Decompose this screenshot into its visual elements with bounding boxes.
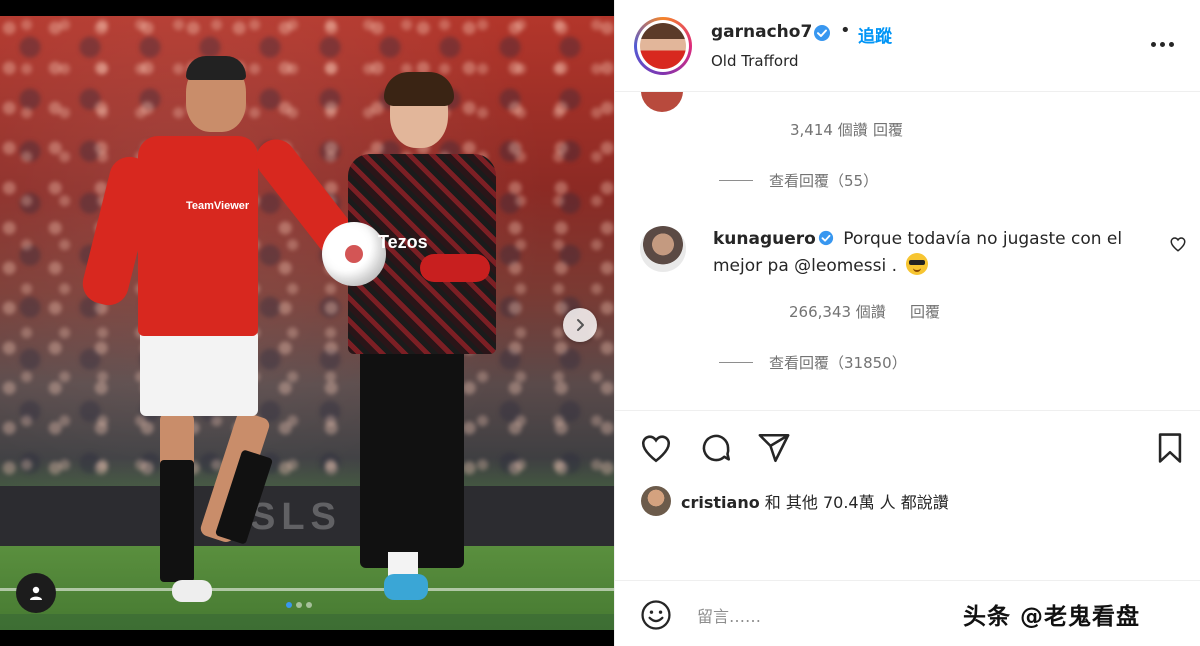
add-comment-bar: 头条 @老鬼看盘 — [615, 580, 1200, 646]
liked-by-user[interactable]: cristiano — [681, 493, 760, 512]
liked-by-rest: 和 其他 70.4萬 人 都說讚 — [759, 493, 949, 512]
comment-item: kunaguero Porque todavía no jugaste con … — [713, 226, 1153, 280]
carousel-dot — [286, 602, 292, 608]
football-logo — [345, 245, 363, 263]
author-avatar[interactable] — [634, 17, 692, 75]
chest-sponsor-text: TeamViewer — [186, 200, 250, 212]
header-separator: • — [840, 20, 851, 41]
chevron-right-icon — [577, 319, 584, 331]
comment-icon[interactable] — [699, 431, 733, 465]
liked-by-summary[interactable]: cristiano 和 其他 70.4萬 人 都說讚 — [641, 486, 949, 516]
user-tag-icon — [30, 586, 42, 600]
sunglasses-emoji-icon — [906, 253, 929, 275]
comment-likes-count[interactable]: 3,414 個讚 — [790, 119, 868, 140]
post-sidebar: garnacho7 • 追蹤 Old Trafford 3,414 個讚 回覆 … — [614, 0, 1200, 646]
view-replies-button[interactable]: 查看回覆（31850） — [719, 352, 907, 373]
shirt-sponsor-text: Tezos — [378, 232, 428, 252]
more-options-icon — [1151, 41, 1156, 47]
comment-reply-button[interactable]: 回覆 — [873, 119, 903, 140]
comment-like-heart-icon[interactable] — [1169, 235, 1187, 253]
post-header: garnacho7 • 追蹤 Old Trafford — [615, 0, 1200, 92]
view-replies-label: 查看回覆（31850） — [769, 354, 907, 372]
verified-badge-icon — [818, 230, 833, 246]
more-options-button[interactable] — [1151, 34, 1179, 54]
emoji-icon[interactable] — [639, 598, 673, 632]
carousel-dot — [296, 602, 302, 608]
view-replies-button[interactable]: 查看回覆（55） — [719, 170, 878, 191]
share-icon[interactable] — [757, 431, 791, 465]
comment-input[interactable] — [697, 603, 957, 629]
carousel-indicator — [286, 602, 312, 608]
reply-divider — [719, 362, 753, 363]
carousel-dot — [306, 602, 312, 608]
comment-reply-button[interactable]: 回覆 — [910, 301, 940, 322]
verified-badge-icon — [814, 25, 830, 41]
reply-divider — [719, 180, 753, 181]
watermark: 头条 @老鬼看盘 — [963, 604, 1141, 630]
commenter-avatar[interactable] — [641, 92, 683, 112]
post-actions-bar — [615, 410, 1200, 484]
liked-by-avatar — [641, 486, 671, 516]
view-replies-label: 查看回覆（55） — [769, 172, 879, 190]
post-media: SLS TeamViewer Tezos — [0, 0, 614, 646]
user-tags-button[interactable] — [16, 573, 56, 613]
commenter-avatar[interactable] — [640, 226, 686, 272]
comment-likes-count[interactable]: 266,343 個讚 — [789, 301, 886, 322]
player-dark-kit — [300, 72, 510, 608]
author-username[interactable]: garnacho7 — [711, 22, 812, 42]
bookmark-icon[interactable] — [1153, 431, 1187, 465]
follow-button[interactable]: 追蹤 — [858, 22, 892, 47]
comments-list: 3,414 個讚 回覆 查看回覆（55） kunaguero Porque to… — [615, 92, 1200, 410]
player-red-kit — [78, 56, 372, 610]
carousel-next-button[interactable] — [563, 308, 597, 342]
heart-icon[interactable] — [639, 431, 673, 465]
comment-username[interactable]: kunaguero — [713, 229, 816, 249]
post-location[interactable]: Old Trafford — [711, 52, 799, 70]
